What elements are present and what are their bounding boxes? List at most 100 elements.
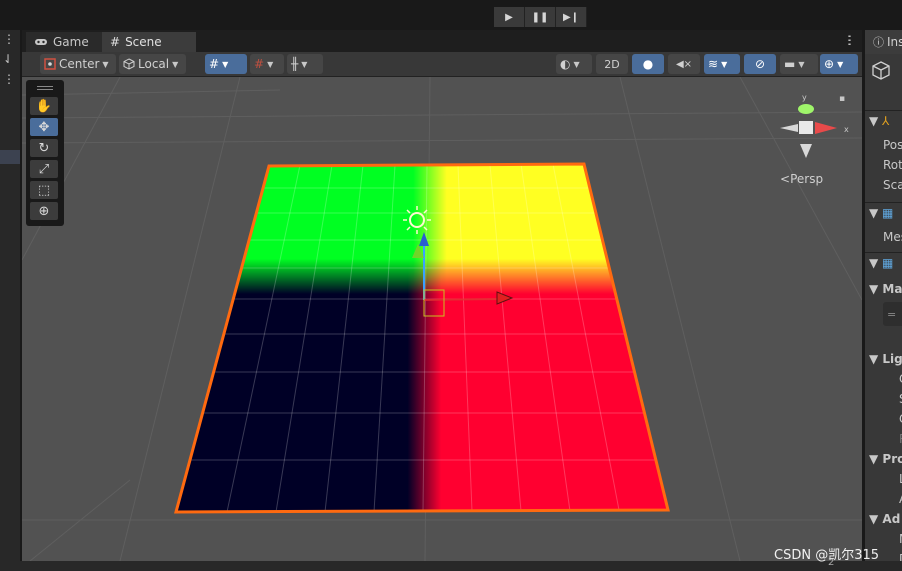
chevron-down-icon: ▼	[798, 59, 805, 69]
selected-row[interactable]	[0, 150, 20, 164]
view-tab-bar: Game # Scene ⋮	[22, 30, 862, 52]
grid-snap-button[interactable]: # ▼	[205, 54, 247, 74]
pause-button[interactable]: ❚❚	[525, 7, 556, 27]
scene-canvas[interactable]: ▪ y x	[22, 77, 862, 561]
probes-header[interactable]: ▼ Pro	[869, 452, 902, 466]
bottom-bar: 2	[0, 557, 902, 571]
kebab-menu-icon[interactable]: ⋮	[843, 33, 855, 47]
grid-visibility-button[interactable]: # ▼	[250, 54, 284, 74]
drag-handle-icon: =	[887, 307, 897, 321]
gamepad-icon	[35, 39, 47, 45]
rect-icon: ⬚	[37, 182, 51, 198]
projection-label: Persp	[790, 172, 824, 186]
2d-label: 2D	[604, 57, 620, 71]
mesh-filter-header[interactable]: ▼ ▦	[869, 206, 902, 220]
rect-tool-button[interactable]: ⬚	[30, 181, 58, 199]
chevron-down-icon: ▼	[301, 59, 308, 69]
materials-header[interactable]: ▼ Ma	[869, 282, 902, 296]
x-axis-cone[interactable]	[815, 122, 837, 134]
audio-toggle-button[interactable]: ◀×	[668, 54, 700, 74]
center-cube[interactable]	[799, 121, 813, 134]
gizmos-dropdown[interactable]: ⊕ ▼	[820, 54, 858, 74]
play-button[interactable]: ▶	[494, 7, 525, 27]
projection-toggle[interactable]: <Persp	[780, 172, 823, 186]
tab-game[interactable]: Game	[26, 32, 110, 52]
transform-tool-button[interactable]: ⊕	[30, 202, 58, 220]
step-button[interactable]: ▶❙	[556, 7, 587, 27]
probes-label: Pro	[882, 452, 902, 466]
mesh-grid-icon: ▦	[882, 206, 894, 220]
divider	[865, 252, 902, 253]
camera-dropdown[interactable]: ▬ ▼	[780, 54, 818, 74]
space-label: Local	[138, 57, 170, 71]
pivot-label: Center	[59, 57, 100, 71]
space-dropdown[interactable]: Local ▼	[119, 54, 186, 74]
chevron-down-icon: ▼	[267, 59, 274, 69]
scene-toolbar: Center ▼ Local ▼ # ▼ # ▼ ╫ ▼ ◐ ▼ 2D ● ◀×…	[22, 52, 862, 77]
tab-scene[interactable]: # Scene	[102, 32, 196, 52]
inspector-tab-label: Ins	[887, 35, 902, 49]
pivot-icon	[44, 58, 56, 70]
cube-icon	[123, 58, 135, 70]
tab-game-label: Game	[53, 35, 89, 49]
move-tool-button[interactable]: ✥	[30, 118, 58, 136]
rotate-icon: ↻	[38, 140, 50, 156]
kebab-menu-icon[interactable]: ⋮	[3, 32, 15, 46]
gizmo-sphere-icon: ⊕	[824, 57, 835, 71]
negx-axis-cone[interactable]	[780, 124, 798, 132]
divider	[865, 202, 902, 203]
hierarchy-panel-edge: ⋮ ⇃ ⋮	[0, 30, 20, 571]
effects-dropdown[interactable]: ≋ ▼	[704, 54, 740, 74]
chevron-down-icon: ▼	[222, 59, 229, 69]
y-axis-cone[interactable]	[798, 104, 814, 114]
additional-settings-header[interactable]: ▼ Ad	[869, 512, 902, 526]
material-slot[interactable]: =	[883, 302, 902, 326]
divider	[865, 110, 902, 111]
x-axis-label: x	[844, 125, 849, 134]
mesh-renderer-header[interactable]: ▼ ▦	[869, 256, 902, 270]
transform-axes-icon: ⅄	[882, 114, 890, 128]
materials-label: Ma	[882, 282, 902, 296]
lock-icon[interactable]: ▪	[839, 94, 845, 104]
perspective-icon: <	[780, 172, 791, 186]
camera-icon: ▬	[784, 57, 796, 71]
chevron-down-icon: ▼	[721, 59, 728, 69]
tab-inspector[interactable]: ⓘ Ins	[865, 30, 902, 54]
additional-settings-label: Ad	[882, 512, 901, 526]
speaker-muted-icon: ◀×	[675, 58, 693, 70]
transform-tools-panel: ✋ ✥ ↻ ⤢ ⬚ ⊕	[26, 80, 64, 226]
transform-icon: ⊕	[38, 203, 50, 219]
chevron-down-icon: ▼	[573, 59, 580, 69]
ruler-icon: ╫	[291, 57, 299, 71]
lighting-label: Lig	[882, 352, 902, 366]
grid-icon: #	[110, 35, 121, 49]
kebab-menu-icon[interactable]: ⋮	[3, 72, 15, 86]
plane-top-half	[176, 164, 668, 310]
layers-icon: ≋	[708, 57, 719, 71]
shaded-sphere-icon: ◐	[560, 57, 571, 71]
draw-mode-dropdown[interactable]: ◐ ▼	[556, 54, 592, 74]
y-axis-label: y	[802, 93, 807, 102]
gameobject-cube-icon	[872, 61, 890, 80]
info-icon: ⓘ	[873, 36, 884, 49]
rotate-tool-button[interactable]: ↻	[30, 139, 58, 157]
negy-axis-cone[interactable]	[800, 144, 812, 158]
scene-visibility-button[interactable]: ⊘	[744, 54, 776, 74]
hand-tool-button[interactable]: ✋	[30, 97, 58, 115]
chevron-down-icon: ▼	[102, 59, 109, 69]
eye-slash-icon: ⊘	[754, 57, 766, 71]
2d-toggle-button[interactable]: 2D	[596, 54, 628, 74]
pivot-dropdown[interactable]: Center ▼	[40, 54, 116, 74]
transform-header[interactable]: ▼ ⅄	[869, 114, 902, 128]
grid-snap-icon: #	[209, 57, 220, 71]
drag-handle[interactable]	[37, 89, 53, 90]
drag-handle[interactable]	[37, 86, 53, 87]
tab-scene-label: Scene	[125, 35, 162, 49]
lighting-toggle-button[interactable]: ●	[632, 54, 664, 74]
orientation-gizmo[interactable]: ▪ y x	[780, 93, 849, 158]
scale-tool-button[interactable]: ⤢	[30, 160, 58, 178]
increment-snap-button[interactable]: ╫ ▼	[287, 54, 323, 74]
sort-icon[interactable]: ⇃	[3, 52, 13, 66]
scene-viewport[interactable]: ▪ y x	[22, 77, 862, 561]
lighting-header[interactable]: ▼ Lig	[869, 352, 902, 366]
